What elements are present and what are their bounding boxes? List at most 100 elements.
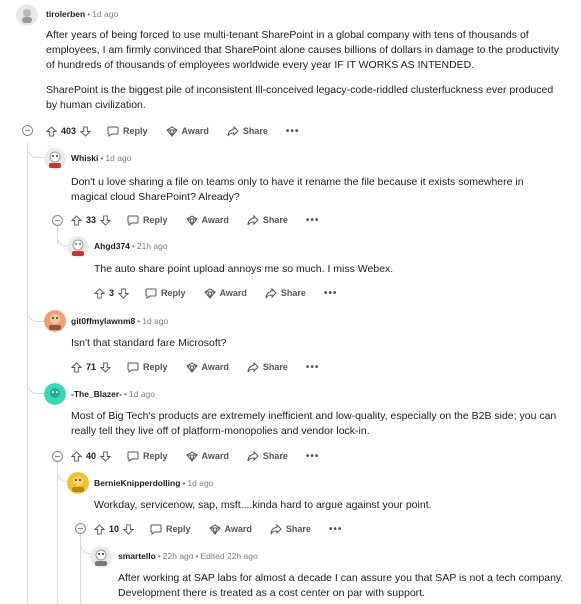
award-label: Award [219, 288, 247, 298]
reply-button[interactable]: Reply [127, 451, 168, 462]
comment-paragraph: Most of Big Tech's products are extremel… [71, 410, 557, 437]
share-icon [270, 523, 282, 534]
share-button[interactable]: Share [247, 214, 288, 226]
comment-author[interactable]: git0ffmylawnm8 [71, 316, 135, 326]
comment-time[interactable]: 1d ago [142, 316, 168, 326]
comment-paragraph: After years of being forced to use multi… [46, 29, 560, 71]
comment-body: Most of Big Tech's products are extremel… [71, 409, 561, 449]
comment-time[interactable]: 1d ago [129, 389, 155, 399]
upvote-icon[interactable] [46, 125, 57, 137]
comment-paragraph: Workday, servicenow, sap, msft....kinda … [94, 499, 432, 511]
more-options-button[interactable]: ••• [306, 362, 320, 373]
vote-group: 40 [71, 450, 112, 462]
comment-author[interactable]: tirolerben [46, 9, 85, 19]
comment-time[interactable]: 22h ago [163, 551, 194, 561]
upvote-icon[interactable] [71, 361, 82, 373]
downvote-icon[interactable] [100, 361, 112, 373]
comment-meta: smartello • 22h ago • Edited 22h ago [118, 551, 258, 561]
comment-actions: 40 Reply Award Share ••• [71, 448, 319, 464]
reply-icon [127, 215, 139, 226]
upvote-icon[interactable] [71, 450, 82, 462]
share-label: Share [262, 362, 288, 372]
avatar[interactable] [67, 236, 89, 258]
share-icon [247, 214, 259, 225]
award-label: Award [201, 215, 229, 225]
avatar[interactable] [44, 310, 66, 332]
comment-body: Don't u love sharing a file on teams onl… [71, 175, 551, 215]
collapse-button[interactable] [52, 451, 63, 462]
comment-actions: 3 Reply Award Share ••• [94, 285, 337, 301]
comment-time[interactable]: 1d ago [92, 9, 118, 19]
reply-icon [127, 451, 139, 462]
reply-button[interactable]: Reply [145, 288, 186, 299]
award-button[interactable]: Award [185, 450, 229, 462]
share-button[interactable]: Share [227, 125, 268, 137]
comment-actions: 33 Reply Award Share ••• [71, 212, 319, 228]
share-label: Share [262, 451, 288, 461]
share-button[interactable]: Share [247, 450, 288, 462]
award-icon [165, 125, 178, 137]
reply-button[interactable]: Reply [127, 362, 168, 373]
avatar[interactable] [44, 383, 66, 405]
comment-author[interactable]: Whiski [71, 153, 98, 163]
avatar[interactable] [44, 148, 66, 170]
collapse-button[interactable] [22, 125, 33, 136]
meta-separator: • [87, 9, 91, 19]
upvote-icon[interactable] [71, 214, 82, 226]
avatar[interactable] [90, 546, 112, 568]
more-options-button[interactable]: ••• [286, 126, 300, 137]
share-icon [227, 125, 239, 136]
comment-meta: BernieKnipperdolling • 1d ago [94, 478, 213, 488]
more-options-button[interactable]: ••• [306, 215, 320, 226]
downvote-icon[interactable] [100, 450, 112, 462]
vote-group: 10 [94, 523, 135, 535]
reply-button[interactable]: Reply [107, 126, 148, 137]
comment-author[interactable]: Ahgd374 [94, 241, 130, 251]
avatar[interactable] [16, 4, 38, 26]
share-button[interactable]: Share [247, 361, 288, 373]
award-button[interactable]: Award [203, 287, 247, 299]
award-button[interactable]: Award [208, 523, 252, 535]
comment-meta: tirolerben • 1d ago [46, 9, 118, 19]
comment-time[interactable]: 1d ago [187, 478, 213, 488]
comment-time[interactable]: 21h ago [137, 241, 168, 251]
comment-time[interactable]: 1d ago [105, 153, 131, 163]
upvote-icon[interactable] [94, 287, 105, 299]
thread-curve-whiski [27, 142, 45, 158]
vote-count: 71 [86, 362, 97, 372]
more-options-button[interactable]: ••• [306, 451, 320, 462]
award-icon [185, 214, 198, 226]
comment-author[interactable]: smartello [118, 551, 156, 561]
more-options-button[interactable]: ••• [329, 524, 343, 535]
vote-group: 71 [71, 361, 112, 373]
thread-line-blazer [57, 460, 58, 604]
vote-group: 3 [94, 287, 130, 299]
reply-button[interactable]: Reply [127, 215, 168, 226]
vote-count: 3 [109, 288, 115, 298]
share-icon [247, 450, 259, 461]
avatar[interactable] [67, 472, 89, 494]
reply-button[interactable]: Reply [150, 524, 191, 535]
award-label: Award [181, 126, 209, 136]
downvote-icon[interactable] [80, 125, 92, 137]
comment-author[interactable]: BernieKnipperdolling [94, 478, 180, 488]
share-button[interactable]: Share [270, 523, 311, 535]
award-button[interactable]: Award [185, 361, 229, 373]
downvote-icon[interactable] [100, 214, 112, 226]
collapse-button[interactable] [75, 523, 86, 534]
downvote-icon[interactable] [123, 523, 135, 535]
comment-author[interactable]: -The_Blazer- [71, 389, 122, 399]
share-button[interactable]: Share [265, 287, 306, 299]
meta-separator: • [124, 389, 127, 399]
award-button[interactable]: Award [165, 125, 209, 137]
comment-paragraph: After working at SAP labs for almost a d… [118, 572, 564, 599]
more-options-button[interactable]: ••• [324, 288, 338, 299]
vote-count: 403 [61, 126, 77, 136]
vote-count: 10 [109, 524, 120, 534]
comment-body: The auto share point upload annoys me so… [94, 262, 554, 287]
downvote-icon[interactable] [118, 287, 130, 299]
upvote-icon[interactable] [94, 523, 105, 535]
reply-label: Reply [143, 362, 168, 372]
award-button[interactable]: Award [185, 214, 229, 226]
collapse-button[interactable] [52, 215, 63, 226]
